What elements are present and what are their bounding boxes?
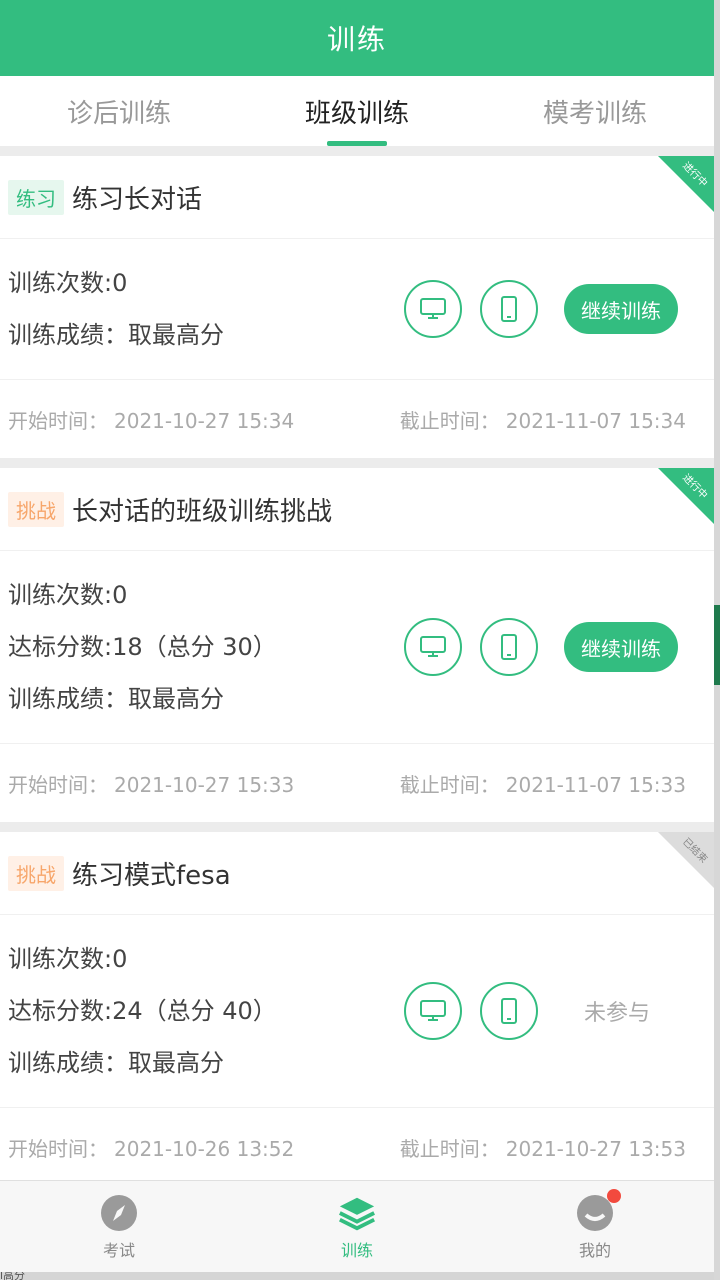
profile-icon <box>575 1189 621 1233</box>
page-title: 训练 <box>326 23 387 56</box>
start-time-value: 2021-10-26 13:52 <box>114 1136 295 1161</box>
nav-label: 我的 <box>578 1241 611 1260</box>
start-time: 开始时间： 2021-10-26 13:52 <box>8 1133 294 1162</box>
card-header[interactable]: 挑战 练习模式fesa <box>0 832 714 915</box>
type-tag: 挑战 <box>8 855 64 891</box>
end-time-value: 2021-10-27 13:53 <box>505 1136 686 1161</box>
compass-icon <box>99 1193 139 1233</box>
start-time-label: 开始时间： <box>8 772 108 797</box>
continue-training-button[interactable]: 继续训练 <box>564 622 678 672</box>
card-body: 训练次数:0 达标分数:24（总分 40） 训练成绩：取最高分 未参与 <box>0 915 714 1108</box>
nav-label: 训练 <box>340 1241 373 1260</box>
notification-badge <box>607 1189 621 1203</box>
start-time: 开始时间： 2021-10-27 15:33 <box>8 769 294 798</box>
start-time-value: 2021-10-27 15:33 <box>114 772 295 797</box>
tab-mock-exam[interactable]: 模考训练 <box>476 76 714 146</box>
phone-icon <box>501 296 517 322</box>
training-list: 进行中 练习 练习长对话 训练次数:0 训练成绩：取最高分 继续训练 开始时间：… <box>0 156 714 1196</box>
training-tabs: 诊后训练 班级训练 模考训练 <box>0 76 714 146</box>
nav-training[interactable]: 训练 <box>238 1181 476 1273</box>
start-time: 开始时间： 2021-10-27 15:34 <box>8 405 294 434</box>
end-time-label: 截止时间： <box>399 408 500 433</box>
card-title: 练习模式fesa <box>72 860 231 891</box>
app-root: 训练 诊后训练 班级训练 模考训练 进行中 练习 练习长对话 训练次数:0 训练… <box>0 0 714 1280</box>
desktop-mode-button[interactable] <box>404 618 462 676</box>
card-body: 训练次数:0 达标分数:18（总分 30） 训练成绩：取最高分 继续训练 <box>0 551 714 744</box>
layers-icon <box>337 1193 377 1233</box>
status-ribbon: 已结束 <box>658 832 714 888</box>
end-time-value: 2021-11-07 15:34 <box>505 408 686 433</box>
phone-icon <box>501 998 517 1024</box>
end-time: 截止时间： 2021-11-07 15:34 <box>400 405 686 434</box>
card-actions: 未参与 <box>404 915 714 1107</box>
scroll-indicator[interactable] <box>714 605 720 685</box>
training-card: 进行中 练习 练习长对话 训练次数:0 训练成绩：取最高分 继续训练 开始时间：… <box>0 156 714 458</box>
start-time-label: 开始时间： <box>8 1136 108 1161</box>
card-footer: 开始时间： 2021-10-27 15:33 截止时间： 2021-11-07 15… <box>0 744 714 822</box>
continue-training-button[interactable]: 继续训练 <box>564 284 678 334</box>
card-body: 训练次数:0 训练成绩：取最高分 继续训练 <box>0 239 714 380</box>
tab-post-diagnosis[interactable]: 诊后训练 <box>0 76 238 146</box>
card-footer: 开始时间： 2021-10-26 13:52 截止时间： 2021-10-27 13… <box>0 1108 714 1186</box>
card-actions: 继续训练 <box>404 551 714 743</box>
monitor-icon <box>420 298 446 319</box>
start-time-label: 开始时间： <box>8 408 108 433</box>
card-actions: 继续训练 <box>404 239 714 379</box>
type-tag: 练习 <box>8 179 64 215</box>
nav-exam[interactable]: 考试 <box>0 1181 238 1273</box>
nav-mine[interactable]: 我的 <box>476 1181 714 1273</box>
bottom-strip: l高分 <box>0 1272 714 1280</box>
training-card: 已结束 挑战 练习模式fesa 训练次数:0 达标分数:24（总分 40） 训练… <box>0 832 714 1186</box>
card-header[interactable]: 练习 练习长对话 <box>0 156 714 239</box>
training-card: 进行中 挑战 长对话的班级训练挑战 训练次数:0 达标分数:18（总分 30） … <box>0 468 714 822</box>
card-header[interactable]: 挑战 长对话的班级训练挑战 <box>0 468 714 551</box>
mobile-mode-button[interactable] <box>480 982 538 1040</box>
desktop-mode-button[interactable] <box>404 280 462 338</box>
end-time-label: 截止时间： <box>399 772 500 797</box>
top-header: 训练 <box>0 0 714 76</box>
status-ribbon: 进行中 <box>658 156 714 212</box>
start-time-value: 2021-10-27 15:34 <box>114 408 295 433</box>
mobile-mode-button[interactable] <box>480 618 538 676</box>
bottom-navigation: 考试 训练 我的 <box>0 1180 714 1273</box>
end-time-label: 截止时间： <box>399 1136 500 1161</box>
card-title: 长对话的班级训练挑战 <box>72 496 333 527</box>
card-footer: 开始时间： 2021-10-27 15:34 截止时间： 2021-11-07 15… <box>0 380 714 458</box>
tab-class-training[interactable]: 班级训练 <box>238 76 476 146</box>
end-time: 截止时间： 2021-11-07 15:33 <box>400 769 686 798</box>
not-participated-status: 未参与 <box>584 1001 651 1026</box>
phone-icon <box>501 634 517 660</box>
monitor-icon <box>420 1000 446 1021</box>
desktop-mode-button[interactable] <box>404 982 462 1040</box>
card-title: 练习长对话 <box>72 184 203 215</box>
end-time-value: 2021-11-07 15:33 <box>505 772 686 797</box>
mobile-mode-button[interactable] <box>480 280 538 338</box>
end-time: 截止时间： 2021-10-27 13:53 <box>400 1133 686 1162</box>
nav-label: 考试 <box>102 1241 135 1260</box>
scroll-edge[interactable] <box>714 0 720 1280</box>
monitor-icon <box>420 636 446 657</box>
status-ribbon: 进行中 <box>658 468 714 524</box>
type-tag: 挑战 <box>8 491 64 527</box>
